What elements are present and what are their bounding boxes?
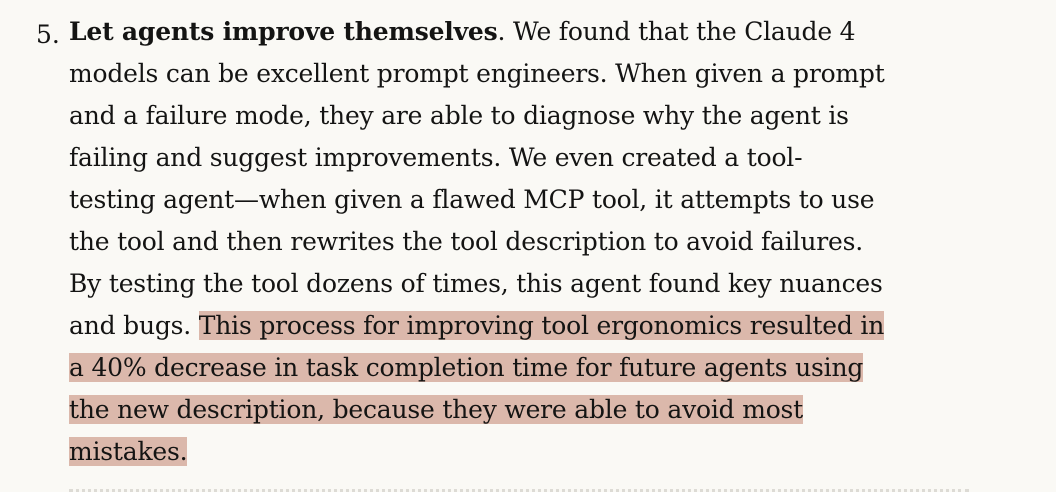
text-segment: and a failure mode, they are able to dia… [69, 101, 849, 130]
highlighted-text: mistakes. [69, 437, 188, 466]
text-segment: and bugs. [69, 311, 199, 340]
paragraph-line: a 40% decrease in task completion time f… [69, 347, 863, 389]
text-segment: models can be excellent prompt engineers… [69, 59, 885, 88]
text-segment: . We found that the Claude 4 [497, 17, 856, 46]
paragraph-line: Let agents improve themselves. We found … [69, 11, 856, 53]
paragraph-line: and bugs. This process for improving too… [69, 305, 884, 347]
list-number: 5. [36, 20, 60, 49]
paragraph-line: testing agent—when given a flawed MCP to… [69, 179, 874, 221]
highlighted-text: a 40% decrease in task completion time f… [69, 353, 864, 382]
paragraph-line: and a failure mode, they are able to dia… [69, 95, 849, 137]
paragraph-line: failing and suggest improvements. We eve… [69, 137, 803, 179]
text-segment: By testing the tool dozens of times, thi… [69, 269, 883, 298]
article-page: 5. Let agents improve themselves. We fou… [0, 0, 1056, 492]
list-item-lead: Let agents improve themselves [69, 17, 498, 46]
text-segment: failing and suggest improvements. We eve… [69, 143, 803, 172]
paragraph-line: the new description, because they were a… [69, 389, 803, 431]
paragraph-line: By testing the tool dozens of times, thi… [69, 263, 883, 305]
paragraph-line: the tool and then rewrites the tool desc… [69, 221, 863, 263]
text-segment: testing agent—when given a flawed MCP to… [69, 185, 875, 214]
paragraph-line: models can be excellent prompt engineers… [69, 53, 885, 95]
text-segment: the tool and then rewrites the tool desc… [69, 227, 863, 256]
highlighted-text: the new description, because they were a… [69, 395, 804, 424]
clipped-next-line [69, 476, 969, 492]
highlighted-text: This process for improving tool ergonomi… [198, 311, 885, 340]
paragraph-line: mistakes. [69, 431, 188, 473]
